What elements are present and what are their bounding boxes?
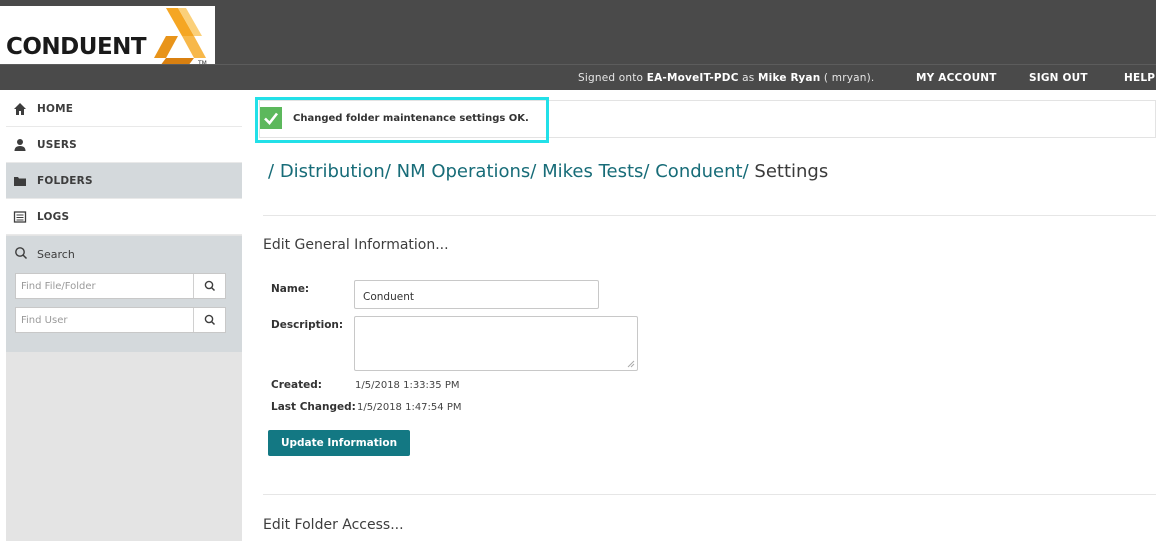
folder-icon — [14, 177, 26, 186]
name-label: Name: — [271, 283, 310, 295]
divider — [263, 494, 1156, 495]
user-search-field — [15, 307, 226, 333]
flash-message: Changed folder maintenance settings OK. — [255, 97, 1156, 143]
breadcrumb: / Distribution/ NM Operations/ Mikes Tes… — [268, 161, 828, 182]
home-icon — [14, 103, 26, 115]
find-file-folder-input[interactable] — [16, 274, 194, 298]
server-name: EA-MoveIT-PDC — [646, 72, 739, 84]
search-title: Search — [37, 248, 75, 261]
sidebar-item-label: USERS — [37, 139, 77, 151]
conduent-logo[interactable]: CONDUENT TM — [0, 6, 215, 67]
sidebar-item-logs[interactable]: LOGS — [6, 199, 242, 235]
help-link[interactable]: HELP — [1124, 72, 1155, 84]
checkmark-icon — [260, 107, 282, 129]
sidebar-item-folders[interactable]: FOLDERS — [6, 163, 242, 199]
last-changed-label: Last Changed: — [271, 401, 356, 413]
update-information-button[interactable]: Update Information — [268, 430, 410, 456]
last-changed-value: 1/5/2018 1:47:54 PM — [357, 402, 462, 413]
section-title-general: Edit General Information... — [263, 237, 449, 253]
divider — [263, 215, 1156, 216]
top-bar: CONDUENT TM Signed onto EA-MoveIT-PDC as… — [0, 0, 1156, 90]
main-content: Changed folder maintenance settings OK. … — [242, 91, 1156, 541]
logo-text: CONDUENT — [6, 34, 147, 60]
sidebar-item-label: FOLDERS — [37, 175, 93, 187]
description-field[interactable] — [354, 316, 638, 371]
breadcrumb-item[interactable]: NM Operations/ — [397, 161, 537, 182]
sidebar-item-label: LOGS — [37, 211, 70, 223]
search-icon — [204, 314, 216, 326]
list-icon — [13, 211, 27, 223]
breadcrumb-item[interactable]: Distribution/ — [280, 161, 391, 182]
find-user-input[interactable] — [16, 308, 194, 332]
breadcrumb-root[interactable]: / — [268, 161, 274, 182]
breadcrumb-item[interactable]: Conduent/ — [655, 161, 748, 182]
user-icon — [14, 139, 26, 151]
user-bar: Signed onto EA-MoveIT-PDC as Mike Ryan (… — [0, 64, 1156, 90]
section-title-access: Edit Folder Access... — [263, 517, 404, 533]
sidebar-item-home[interactable]: HOME — [6, 91, 242, 127]
resize-handle-icon[interactable] — [627, 360, 635, 368]
my-account-link[interactable]: MY ACCOUNT — [916, 72, 997, 84]
name-field[interactable] — [354, 280, 599, 309]
description-label: Description: — [271, 319, 344, 331]
sidebar-item-label: HOME — [37, 103, 74, 115]
sign-out-link[interactable]: SIGN OUT — [1029, 72, 1088, 84]
user-display-name: Mike Ryan — [758, 72, 821, 84]
signed-on-text: Signed onto EA-MoveIT-PDC as Mike Ryan (… — [578, 72, 875, 84]
search-icon — [204, 280, 216, 292]
user-search-button[interactable] — [193, 308, 225, 332]
breadcrumb-item[interactable]: Mikes Tests/ — [542, 161, 649, 182]
breadcrumb-current: Settings — [754, 161, 829, 182]
sidebar-item-users[interactable]: USERS — [6, 127, 242, 163]
created-value: 1/5/2018 1:33:35 PM — [355, 380, 460, 391]
sidebar: HOME USERS FOLDERS LOGS Search — [6, 91, 242, 541]
search-panel: Search — [6, 236, 242, 352]
file-search-field — [15, 273, 226, 299]
search-icon — [15, 247, 28, 260]
created-label: Created: — [271, 379, 322, 391]
ribbon-logo-icon — [154, 8, 206, 66]
flash-message-text: Changed folder maintenance settings OK. — [293, 113, 529, 124]
file-search-button[interactable] — [193, 274, 225, 298]
